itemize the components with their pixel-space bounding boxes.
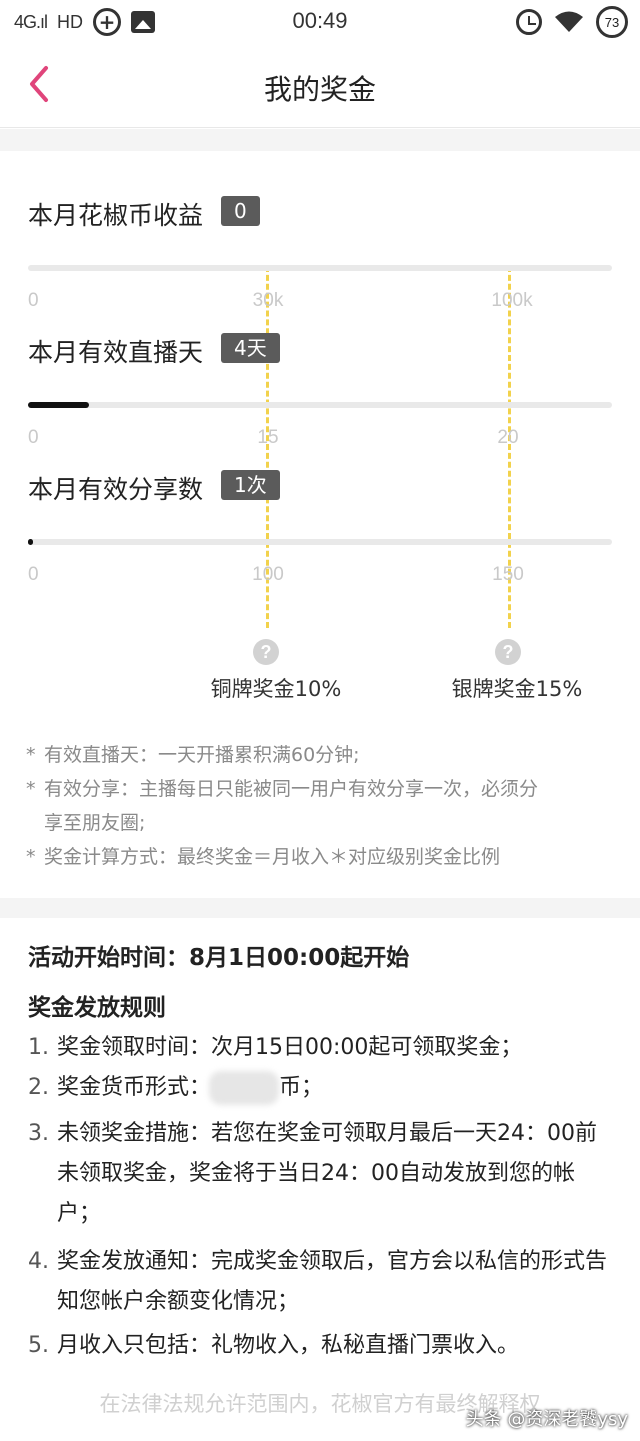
note-item-continued: 享至朋友圈;	[44, 812, 146, 834]
metric-shares-track	[28, 539, 612, 545]
section-divider	[0, 898, 640, 918]
tick-label: 30k	[252, 290, 284, 311]
metric-live-days-fill	[28, 402, 90, 408]
metric-shares-badge: 1次	[221, 470, 280, 500]
tick-label: 15	[257, 427, 279, 448]
metric-coin-income-badge: 0	[221, 196, 260, 226]
tick-label: 0	[28, 564, 39, 585]
rule-item: 1. 奖金领取时间：次月15日00:00起可领取奖金；	[28, 1035, 523, 1060]
page-title: 我的奖金	[263, 73, 376, 106]
metric-live-days-label: 本月有效直播天	[28, 338, 204, 367]
redacted-blur	[209, 1071, 280, 1105]
wifi-icon	[555, 11, 583, 32]
note-item: * 奖金计算方式：最终奖金＝月收入＊对应级别奖金比例	[26, 846, 501, 868]
metric-shares-label: 本月有效分享数	[28, 475, 204, 504]
tick-label: 150	[492, 564, 524, 585]
metric-live-days-badge: 4天	[221, 333, 280, 363]
bronze-tier-label: 铜牌奖金10%	[210, 677, 342, 701]
tick-label: 100	[252, 564, 284, 585]
tick-label: 0	[28, 290, 39, 311]
tick-label: 20	[497, 427, 519, 448]
tick-label: 0	[28, 427, 39, 448]
note-item: * 有效分享：主播每日只能被同一用户有效分享一次，必须分	[26, 778, 539, 800]
battery-indicator: 73	[596, 6, 628, 38]
rules-heading: 奖金发放规则	[28, 995, 166, 1021]
status-bar: 4G.ıl HD + 00:49 73	[0, 0, 640, 44]
silver-tier-label: 银牌奖金15%	[451, 677, 583, 701]
bronze-help-icon[interactable]: ?	[253, 639, 279, 665]
rule-item: 3. 未领奖金措施：若您在奖金可领取月最后一天24：00前未领取奖金，奖金将于当…	[28, 1121, 597, 1226]
rule-item: 2. 奖金货币形式： 币；	[28, 1068, 618, 1108]
rule-item: 5. 月收入只包括：礼物收入，私秘直播门票收入。	[28, 1333, 520, 1358]
section-divider	[0, 129, 640, 151]
rule-item: 4. 奖金发放通知：完成奖金领取后，官方会以私信的形式告知您帐户余额变化情况；	[28, 1249, 608, 1314]
tick-label: 100k	[491, 290, 533, 311]
notes-list: * 有效直播天：一天开播累积满60分钟; * 有效分享：主播每日只能被同一用户有效分…	[26, 738, 616, 874]
metric-coin-income-track	[28, 265, 612, 271]
nav-bar: 我的奖金	[0, 48, 640, 128]
watermark: 头条 @资深老饕ysy	[465, 1409, 628, 1430]
activity-start-time: 活动开始时间：8月1日00:00起开始	[28, 945, 410, 971]
note-item: * 有效直播天：一天开播累积满60分钟;	[26, 744, 360, 766]
alarm-icon	[516, 9, 542, 35]
metric-live-days-track	[28, 402, 612, 408]
silver-help-icon[interactable]: ?	[495, 639, 521, 665]
metric-shares-fill	[28, 539, 33, 545]
metric-coin-income-label: 本月花椒币收益	[28, 201, 204, 230]
